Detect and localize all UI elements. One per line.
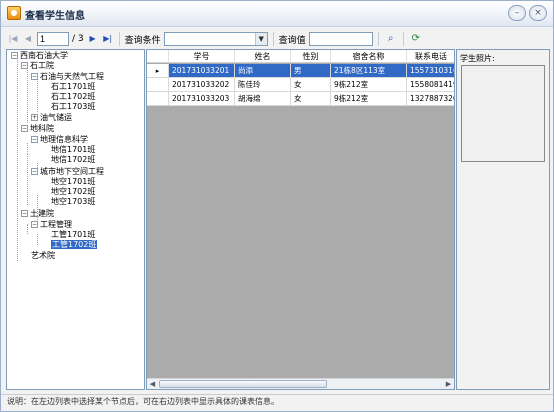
table-cell[interactable]: 胡海绵	[235, 92, 291, 106]
row-header	[147, 78, 169, 92]
close-button[interactable]: ×	[529, 5, 547, 21]
toolbar: |◀ ◀ / 3 ▶ ▶| 查询条件 ▼ 查询值 ⌕ ⟳	[3, 31, 551, 47]
tree-node-class[interactable]: 地空1702班	[51, 187, 95, 197]
scroll-left-icon[interactable]: ◀	[147, 379, 158, 389]
prev-page-icon[interactable]: ◀	[22, 33, 34, 45]
tree-node-class[interactable]: 石工1701班	[51, 82, 95, 92]
query-condition-select[interactable]: ▼	[163, 32, 268, 46]
column-header[interactable]: 学号	[169, 50, 235, 63]
table-cell[interactable]: 13278873203	[407, 92, 454, 106]
tree-node-class[interactable]: 工管1701班	[51, 230, 95, 240]
current-row-marker: ▸	[147, 64, 169, 78]
table-row[interactable]: ▸ 201731033201 尚添 男 21栋8区113室 1557310316…	[147, 64, 454, 78]
refresh-icon[interactable]: ⟳	[409, 32, 423, 46]
tree-node-college[interactable]: − 石工院	[21, 61, 54, 71]
collapse-icon[interactable]: −	[21, 62, 28, 69]
collapse-icon[interactable]: −	[31, 136, 38, 143]
tree-line	[17, 60, 18, 261]
collapse-icon[interactable]: −	[11, 52, 18, 59]
tree-line	[27, 153, 28, 205]
table-cell[interactable]: 201731033203	[169, 92, 235, 106]
status-bar: 说明：在左边列表中选择某个节点后，可在右边列表中显示具体的课表信息。	[1, 394, 553, 411]
collapse-icon[interactable]: −	[31, 73, 38, 80]
table-row[interactable]: 201731033203 胡海绵 女 9栋212室 13278873203	[147, 92, 454, 106]
tree-line	[27, 224, 28, 234]
page-input[interactable]	[37, 32, 69, 46]
column-header[interactable]: 性别	[291, 50, 331, 63]
page-total: / 3	[72, 34, 84, 44]
table-cell[interactable]: 21栋8区113室	[331, 64, 407, 78]
tree-line	[37, 234, 38, 245]
tree-node-college[interactable]: − 地科院	[21, 124, 54, 134]
tree-node-major[interactable]: + 油气储运	[31, 113, 72, 123]
horizontal-scrollbar[interactable]: ◀ ▶	[147, 378, 454, 389]
table-cell[interactable]: 201731033201	[169, 64, 235, 78]
tree-line	[27, 70, 28, 123]
collapse-icon[interactable]: −	[31, 168, 38, 175]
table-cell[interactable]: 陈佳玲	[235, 78, 291, 92]
row-header-corner	[147, 50, 169, 63]
tree-node-major[interactable]: − 城市地下空间工程	[31, 167, 104, 177]
table-cell[interactable]: 女	[291, 78, 331, 92]
scrollbar-thumb[interactable]	[159, 380, 327, 388]
window-title: 查看学生信息	[25, 11, 85, 22]
tree-line	[37, 81, 38, 112]
minimize-button[interactable]: –	[508, 5, 526, 21]
table-cell[interactable]: 15580814199	[407, 78, 454, 92]
toolbar-separator	[272, 32, 274, 46]
table-cell[interactable]: 尚添	[235, 64, 291, 78]
tree-node-major[interactable]: − 地理信息科学	[31, 135, 88, 145]
toolbar-separator	[118, 32, 120, 46]
tree-node-root[interactable]: − 西南石油大学	[11, 51, 68, 61]
tree-node-class[interactable]: 地信1701班	[51, 145, 95, 155]
photo-panel: 学生照片:	[456, 49, 550, 390]
table-cell[interactable]: 15573103160	[407, 64, 454, 78]
expand-icon[interactable]: +	[31, 114, 38, 121]
tree-node-class[interactable]: 地空1701班	[51, 177, 95, 187]
toolbar-separator	[377, 32, 379, 46]
tree-node-class[interactable]: 石工1702班	[51, 92, 95, 102]
tree-node-college[interactable]: 艺术院	[31, 251, 55, 261]
collapse-icon[interactable]: −	[31, 221, 38, 228]
table-cell[interactable]: 9栋212室	[331, 78, 407, 92]
query-condition-label: 查询条件	[124, 35, 161, 46]
scroll-right-icon[interactable]: ▶	[443, 379, 454, 389]
grid-header: 学号 姓名 性别 宿舍名称 联系电话	[147, 50, 454, 63]
title-bar: 查看学生信息 – ×	[1, 1, 553, 27]
column-header[interactable]: 宿舍名称	[331, 50, 407, 63]
last-page-icon[interactable]: ▶|	[102, 33, 114, 45]
tree-node-college[interactable]: − 土建院	[21, 209, 54, 219]
window-icon	[7, 6, 21, 20]
tree-node-class-selected[interactable]: 工管1702班	[51, 240, 98, 250]
tree-node-class[interactable]: 地信1702班	[51, 155, 95, 165]
window-controls: – ×	[508, 5, 547, 21]
search-icon[interactable]: ⌕	[384, 32, 398, 46]
collapse-icon[interactable]: −	[21, 125, 28, 132]
chevron-down-icon[interactable]: ▼	[254, 33, 267, 45]
student-info-window: 查看学生信息 – × |◀ ◀ / 3 ▶ ▶| 查询条件 ▼ 查询值 ⌕ ⟳	[0, 0, 554, 412]
column-header[interactable]: 联系电话	[407, 50, 454, 63]
row-header	[147, 92, 169, 106]
tree-node-major[interactable]: − 工程管理	[31, 220, 72, 230]
student-photo	[461, 65, 545, 162]
table-row[interactable]: 201731033202 陈佳玲 女 9栋212室 15580814199	[147, 78, 454, 92]
table-cell[interactable]: 男	[291, 64, 331, 78]
query-value-input[interactable]	[308, 32, 373, 46]
table-cell[interactable]: 9栋212室	[331, 92, 407, 106]
toolbar-separator	[402, 32, 404, 46]
department-tree: − 西南石油大学 − 石工院 − 石油与天然气工程 石工1701班 石工1702班 石…	[6, 49, 145, 390]
first-page-icon[interactable]: |◀	[7, 33, 19, 45]
tree-node-class[interactable]: 地空1703班	[51, 197, 95, 207]
query-value-label: 查询值	[278, 35, 306, 46]
tree-node-class[interactable]: 石工1703班	[51, 102, 95, 112]
student-grid: 学号 姓名 性别 宿舍名称 联系电话 ▸ 201731033201 尚添 男 2…	[146, 49, 455, 390]
next-page-icon[interactable]: ▶	[87, 33, 99, 45]
collapse-icon[interactable]: −	[21, 210, 28, 217]
column-header[interactable]: 姓名	[235, 50, 291, 63]
tree-node-major[interactable]: − 石油与天然气工程	[31, 72, 104, 82]
photo-label: 学生照片:	[460, 54, 495, 63]
table-cell[interactable]: 201731033202	[169, 78, 235, 92]
table-cell[interactable]: 女	[291, 92, 331, 106]
